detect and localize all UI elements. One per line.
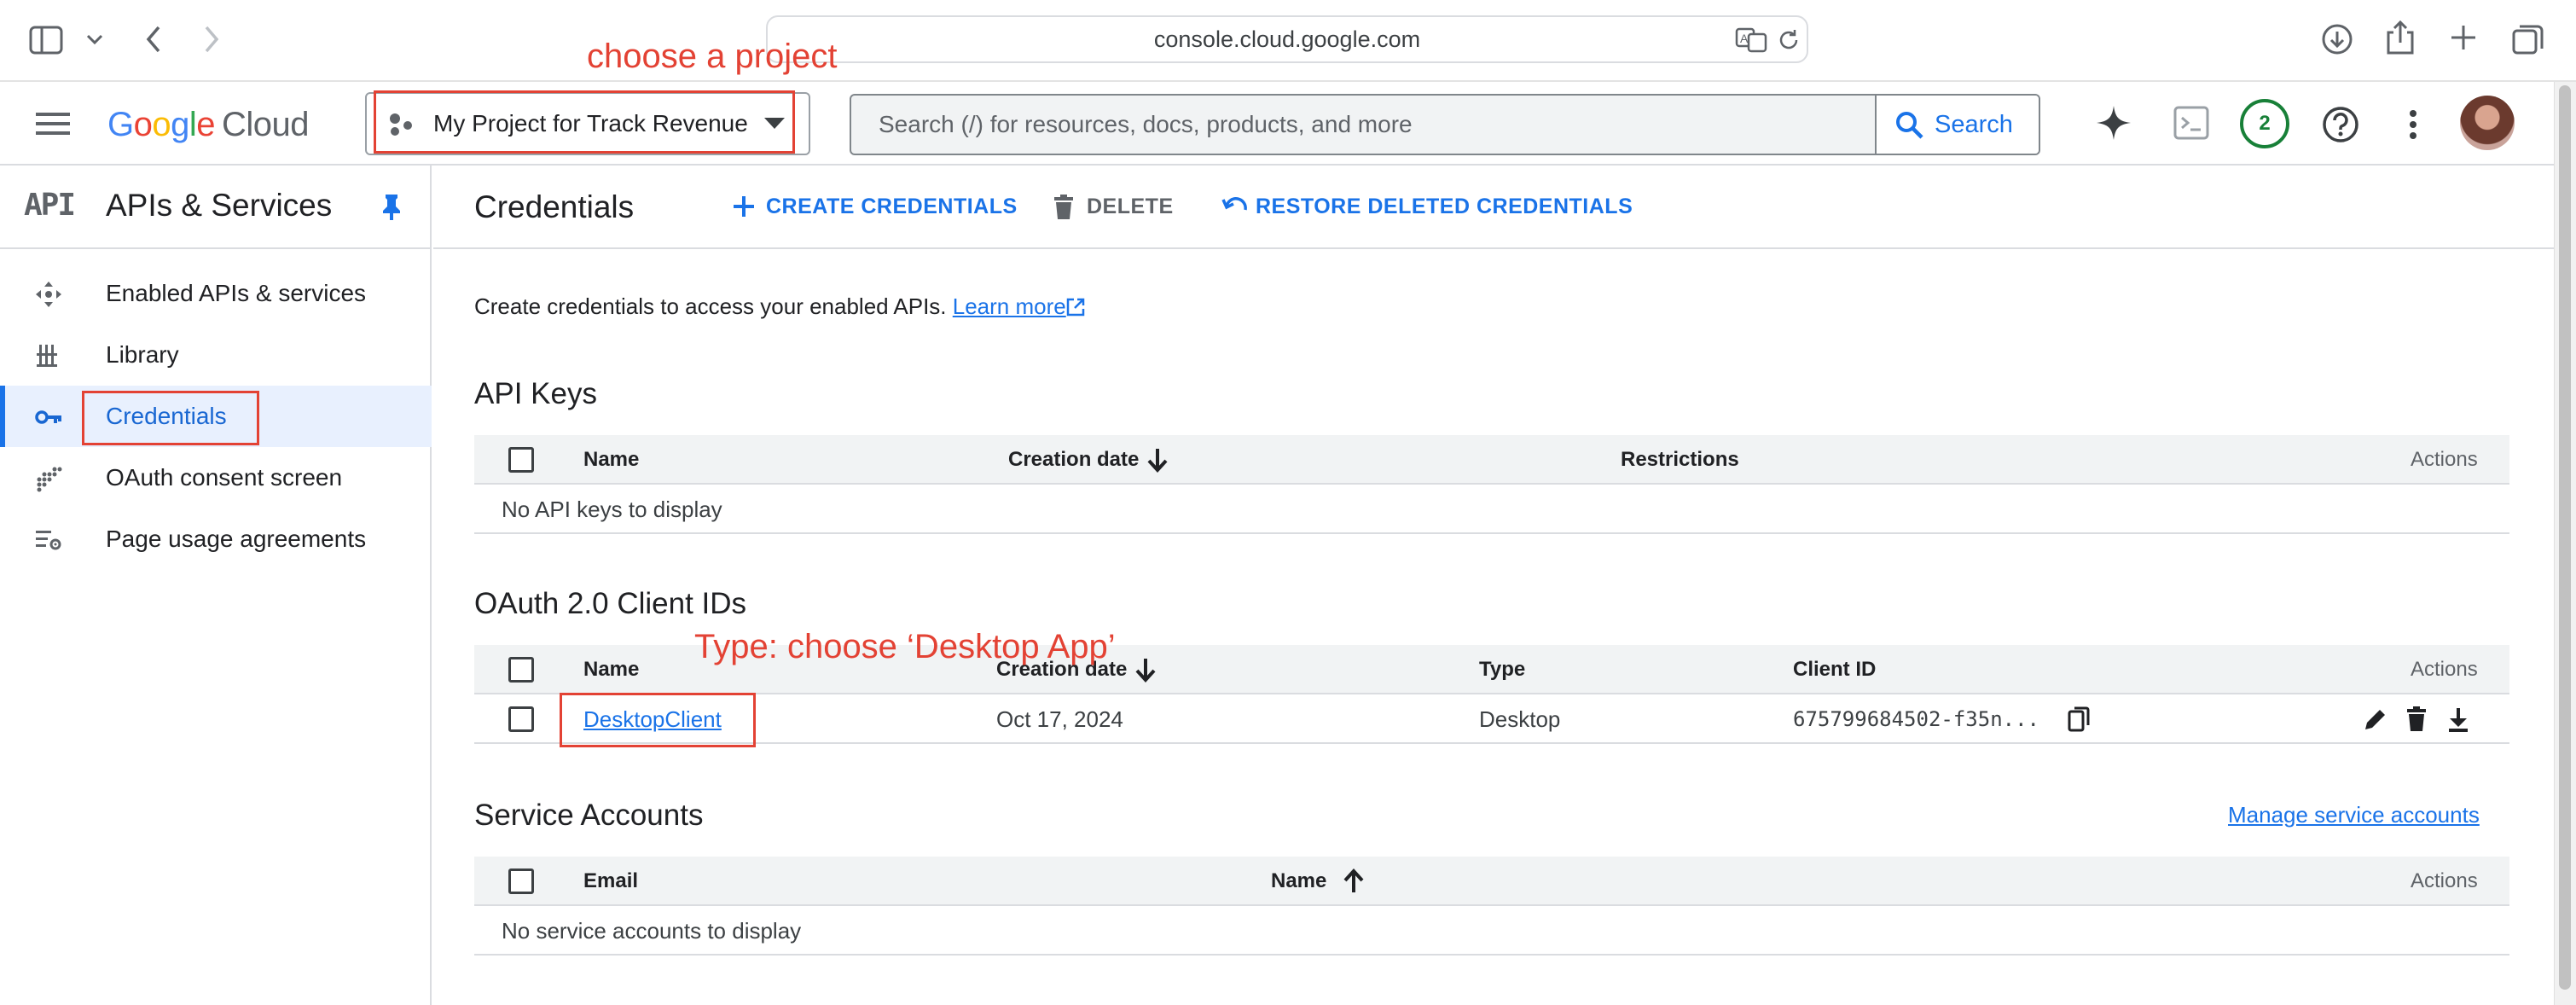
manage-service-accounts-link[interactable]: Manage service accounts xyxy=(2228,802,2480,828)
select-all-checkbox[interactable] xyxy=(508,868,534,894)
google-cloud-logo[interactable]: Google Cloud xyxy=(107,106,310,144)
creation-date: Oct 17, 2024 xyxy=(996,706,1123,732)
sidebar-item-label: Page usage agreements xyxy=(106,526,367,552)
service-accounts-title: Service Accounts xyxy=(474,799,704,832)
arrow-down-icon[interactable] xyxy=(1146,447,1169,473)
address-bar[interactable]: console.cloud.google.com A xyxy=(766,15,1808,63)
forward-arrow-icon[interactable] xyxy=(201,24,222,55)
share-icon[interactable] xyxy=(2385,19,2416,56)
edit-icon[interactable] xyxy=(2363,706,2388,732)
settings-list-icon xyxy=(34,526,63,555)
api-keys-empty-row: No API keys to display xyxy=(474,485,2509,534)
annotation-box-client xyxy=(560,693,756,747)
sidebar-item-label: Library xyxy=(106,341,179,368)
column-type[interactable]: Type xyxy=(1479,645,1525,694)
intro-sentence: Create credentials to access your enable… xyxy=(474,293,947,319)
api-logo: API xyxy=(24,188,76,223)
translate-icon[interactable]: A xyxy=(1735,27,1769,53)
cloud-shell-icon[interactable] xyxy=(2173,106,2209,140)
sidebar-item-library[interactable]: Library xyxy=(0,324,432,386)
column-name[interactable]: Name xyxy=(583,645,639,694)
annotation-box-project xyxy=(374,90,795,154)
sidebar-item-oauth-consent[interactable]: OAuth consent screen xyxy=(0,447,432,508)
sidebar-title: APIs & Services xyxy=(106,188,333,223)
column-name[interactable]: Name xyxy=(1271,857,1326,906)
intro-text: Create credentials to access your enable… xyxy=(474,293,1066,320)
client-type: Desktop xyxy=(1479,706,1561,732)
column-actions: Actions xyxy=(2411,448,2478,471)
sidebar-item-label: Enabled APIs & services xyxy=(106,280,367,306)
annotation-type-desktop: Type: choose ‘Desktop App’ xyxy=(694,628,1116,665)
cloud-wordmark: Cloud xyxy=(222,106,310,143)
sidebar-item-label: OAuth consent screen xyxy=(106,464,343,491)
undo-icon xyxy=(1221,195,1249,218)
search-button-label: Search xyxy=(1935,111,2013,138)
service-accounts-empty-row: No service accounts to display xyxy=(474,906,2509,956)
active-nav-indicator xyxy=(0,386,5,447)
reload-icon[interactable] xyxy=(1776,27,1801,53)
select-all-checkbox[interactable] xyxy=(508,447,534,473)
google-wordmark: Google xyxy=(107,106,216,143)
svg-text:A: A xyxy=(1740,32,1749,45)
new-tab-icon[interactable] xyxy=(2448,22,2479,53)
search-icon xyxy=(1895,111,1924,140)
url-text: console.cloud.google.com xyxy=(1153,26,1421,52)
sidebar-item-page-usage[interactable]: Page usage agreements xyxy=(0,508,432,570)
column-email[interactable]: Email xyxy=(583,857,638,906)
page-title: Credentials xyxy=(474,189,635,224)
plus-icon xyxy=(732,195,756,218)
annotation-choose-project: choose a project xyxy=(587,38,838,75)
notifications-badge[interactable]: 2 xyxy=(2240,99,2289,148)
column-actions: Actions xyxy=(2411,658,2478,681)
hamburger-menu-icon[interactable] xyxy=(36,111,70,137)
empty-message: No API keys to display xyxy=(502,497,722,522)
learn-more-link[interactable]: Learn more xyxy=(953,293,1066,319)
dots-icon xyxy=(34,464,63,493)
search-placeholder: Search (/) for resources, docs, products… xyxy=(879,111,1413,137)
row-checkbox[interactable] xyxy=(508,706,534,732)
column-restrictions: Restrictions xyxy=(1621,448,1739,471)
pin-icon[interactable] xyxy=(380,193,403,220)
search-button[interactable]: Search xyxy=(1875,96,2039,154)
column-client-id[interactable]: Client ID xyxy=(1793,645,1876,694)
column-creation-date[interactable]: Creation date xyxy=(1008,435,1139,485)
table-row: DesktopClient Oct 17, 2024 Desktop 67579… xyxy=(474,694,2509,744)
library-icon xyxy=(34,341,63,370)
annotation-box-credentials xyxy=(82,391,259,445)
hub-icon xyxy=(34,280,63,309)
chevron-down-icon[interactable] xyxy=(85,32,104,46)
oauth-client-ids-title: OAuth 2.0 Client IDs xyxy=(474,587,747,620)
gemini-sparkle-icon[interactable] xyxy=(2095,104,2132,142)
more-vert-icon[interactable] xyxy=(2409,109,2417,140)
restore-label: RESTORE DELETED CREDENTIALS xyxy=(1256,195,1633,218)
trash-icon[interactable] xyxy=(2405,706,2428,732)
help-icon[interactable] xyxy=(2322,106,2359,143)
arrow-down-icon[interactable] xyxy=(1134,657,1157,683)
arrow-up-icon[interactable] xyxy=(1343,868,1365,894)
trash-icon xyxy=(1053,195,1075,220)
api-keys-table-header: Name Creation date Restrictions Actions xyxy=(474,435,2509,485)
empty-message: No service accounts to display xyxy=(502,918,802,944)
back-arrow-icon[interactable] xyxy=(143,24,164,55)
account-avatar[interactable] xyxy=(2460,96,2515,150)
column-actions: Actions xyxy=(2411,869,2478,892)
scrollbar-thumb[interactable] xyxy=(2559,85,2571,990)
tab-overview-icon[interactable] xyxy=(2511,22,2545,56)
create-credentials-label: CREATE CREDENTIALS xyxy=(766,195,1018,218)
copy-icon[interactable] xyxy=(2068,706,2092,732)
client-id-value: 675799684502-f35n... xyxy=(1793,707,2039,731)
download-icon[interactable] xyxy=(2320,22,2354,56)
select-all-checkbox[interactable] xyxy=(508,657,534,683)
service-accounts-table-header: Email Name Actions xyxy=(474,857,2509,906)
download-icon[interactable] xyxy=(2446,706,2470,732)
external-link-icon[interactable] xyxy=(1065,297,1086,317)
delete-label: DELETE xyxy=(1087,195,1174,218)
sidebar-item-enabled-apis[interactable]: Enabled APIs & services xyxy=(0,263,432,324)
key-icon xyxy=(34,403,63,432)
search-input[interactable]: Search (/) for resources, docs, products… xyxy=(850,94,2040,155)
column-name[interactable]: Name xyxy=(583,435,639,485)
api-keys-title: API Keys xyxy=(474,377,597,410)
sidebar-toggle-icon[interactable] xyxy=(29,26,63,55)
